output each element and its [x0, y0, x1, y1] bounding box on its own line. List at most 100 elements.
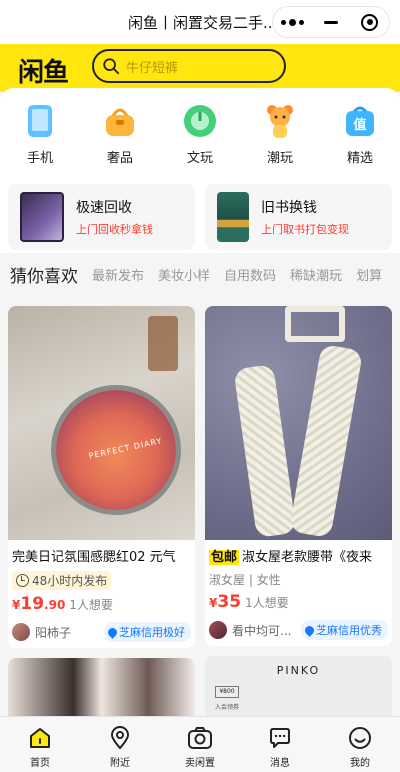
nav-sell[interactable]: 卖闲置: [160, 717, 240, 772]
nav-profile[interactable]: 我的: [320, 717, 400, 772]
tab-deals[interactable]: 划算: [356, 265, 382, 284]
main-content: 手机 奢品 文玩 潮玩 值 精选 极速回收 上门回收秒拿钱 旧书换钱 上门取书打…: [0, 88, 400, 716]
close-target-icon: [361, 13, 379, 31]
seller[interactable]: 阳柿子: [12, 623, 71, 641]
tab-guess-you-like[interactable]: 猜你喜欢: [10, 262, 78, 287]
handbag-icon: [101, 102, 139, 140]
category-label: 文玩: [186, 151, 213, 166]
promo-title: 极速回收: [76, 200, 132, 216]
tab-rare-toys[interactable]: 稀缺潮玩: [290, 265, 342, 284]
app-header: 闲鱼 牛仔短裤: [0, 44, 400, 92]
nav-label: 消息: [270, 758, 290, 769]
mini-program-titlebar: 闲鱼丨闲置交易二手...: [0, 0, 400, 44]
seller[interactable]: 看中均可...: [209, 621, 291, 639]
value-bag-icon: 值: [341, 102, 379, 140]
feed-column-right: 包邮淑女屋老款腰带《夜来 淑女屋 | 女性 ¥35 1人想要 看中均可...: [205, 306, 392, 716]
lace-belt-right: [288, 343, 364, 539]
promo-subtitle: 上门取书打包变现: [261, 223, 349, 236]
belt-buckle: [285, 306, 345, 342]
feed-column-left: PERFECT DIARY 完美日记氛围感腮红02 元气 48小时内发布 ¥19…: [8, 306, 195, 716]
category-label: 手机: [26, 151, 53, 166]
category-label: 潮玩: [266, 151, 293, 166]
phone-icon: [21, 102, 59, 140]
product-image: PERFECT DIARY: [8, 306, 195, 540]
sesame-credit-icon: [303, 623, 316, 637]
nav-label: 附近: [110, 758, 130, 769]
window-title: 闲鱼丨闲置交易二手...: [128, 14, 278, 32]
more-dots-icon: [280, 18, 304, 26]
nav-messages[interactable]: 消息: [240, 717, 320, 772]
promo-title: 旧书换钱: [261, 200, 317, 216]
message-icon: [267, 725, 293, 751]
credit-badge: 芝麻信用优秀: [301, 620, 388, 640]
promo-old-books[interactable]: 旧书换钱 上门取书打包变现: [205, 184, 392, 250]
avatar: [209, 621, 227, 639]
category-trendy-toys[interactable]: 潮玩: [248, 102, 312, 178]
post-time-text: 48小时内发布: [32, 574, 108, 588]
promo-subtitle: 上门回收秒拿钱: [76, 223, 153, 236]
close-button[interactable]: [350, 7, 389, 37]
xianyu-logo: 闲鱼: [18, 58, 69, 88]
nav-label: 首页: [30, 758, 50, 769]
nav-home[interactable]: 首页: [0, 717, 80, 772]
nav-label: 卖闲置: [185, 758, 215, 769]
location-icon: [107, 725, 133, 751]
product-price: ¥35: [209, 592, 242, 612]
coupon-text: 入会领券: [215, 704, 240, 711]
seller-name: 阳柿子: [35, 625, 72, 640]
product-title: 包邮 淑女屋老款腰带《夜来: [209, 550, 373, 565]
feed-tabs: 猜你喜欢 最新发布 美妆小样 自用数码 稀缺潮玩 划算: [0, 253, 400, 295]
want-count: 1人想要: [69, 598, 113, 612]
category-label: 精选: [346, 151, 373, 166]
seller-name: 看中均可...: [232, 623, 292, 638]
category-selected[interactable]: 值 精选: [328, 102, 392, 178]
category-label: 奢品: [106, 151, 133, 166]
minimize-icon: [324, 20, 338, 24]
product-title: 完美日记氛围感腮红02 元气: [12, 550, 176, 565]
category-row: 手机 奢品 文玩 潮玩 值 精选: [0, 88, 400, 178]
category-antique[interactable]: 文玩: [168, 102, 232, 178]
clock-icon: [16, 574, 29, 587]
want-count: 1人想要: [245, 596, 289, 610]
promo-recycle[interactable]: 极速回收 上门回收秒拿钱: [8, 184, 195, 250]
capsule-menu: [272, 6, 390, 38]
bear-toy-icon: [261, 102, 299, 140]
phone-product-image: [20, 192, 64, 242]
product-image: [205, 306, 392, 540]
category-phone[interactable]: 手机: [8, 102, 72, 178]
bottom-nav: 首页 附近 卖闲置 消息 我的: [0, 716, 400, 772]
tab-latest[interactable]: 最新发布: [92, 265, 144, 284]
sesame-credit-icon: [106, 625, 119, 639]
product-feed: PERFECT DIARY 完美日记氛围感腮红02 元气 48小时内发布 ¥19…: [8, 306, 392, 716]
minimize-button[interactable]: [312, 7, 351, 37]
product-card-belt[interactable]: 包邮淑女屋老款腰带《夜来 淑女屋 | 女性 ¥35 1人想要 看中均可...: [205, 306, 392, 646]
camera-icon: [187, 725, 213, 751]
jade-icon: [181, 102, 219, 140]
home-icon: [27, 725, 53, 751]
search-icon: [103, 58, 120, 75]
product-card-blush[interactable]: PERFECT DIARY 完美日记氛围感腮红02 元气 48小时内发布 ¥19…: [8, 306, 195, 648]
tab-digital[interactable]: 自用数码: [224, 265, 276, 284]
book-product-image: [217, 192, 249, 242]
perfume-bottle: [148, 316, 178, 371]
tab-beauty-samples[interactable]: 美妆小样: [158, 265, 210, 284]
credit-badge: 芝麻信用极好: [104, 622, 191, 642]
lace-belt-left: [233, 364, 297, 538]
free-shipping-badge: 包邮: [209, 550, 240, 565]
category-luxury[interactable]: 奢品: [88, 102, 152, 178]
search-bar[interactable]: 牛仔短裤: [92, 49, 286, 83]
product-card-pinko[interactable]: PINKO ¥800 入会领券: [205, 656, 392, 716]
avatar: [12, 623, 30, 641]
nav-nearby[interactable]: 附近: [80, 717, 160, 772]
search-placeholder: 牛仔短裤: [126, 60, 179, 76]
promo-row: 极速回收 上门回收秒拿钱 旧书换钱 上门取书打包变现: [0, 178, 400, 253]
brand-text: PINKO: [276, 664, 321, 677]
product-image: [8, 658, 195, 716]
product-tags: 淑女屋 | 女性: [209, 573, 281, 587]
more-button[interactable]: [273, 7, 312, 37]
post-time-badge: 48小时内发布: [12, 571, 112, 590]
product-card-fashion[interactable]: [8, 658, 195, 716]
coupon-box: ¥800: [215, 686, 239, 698]
profile-icon: [347, 725, 373, 751]
product-image: PINKO ¥800 入会领券: [205, 656, 392, 716]
